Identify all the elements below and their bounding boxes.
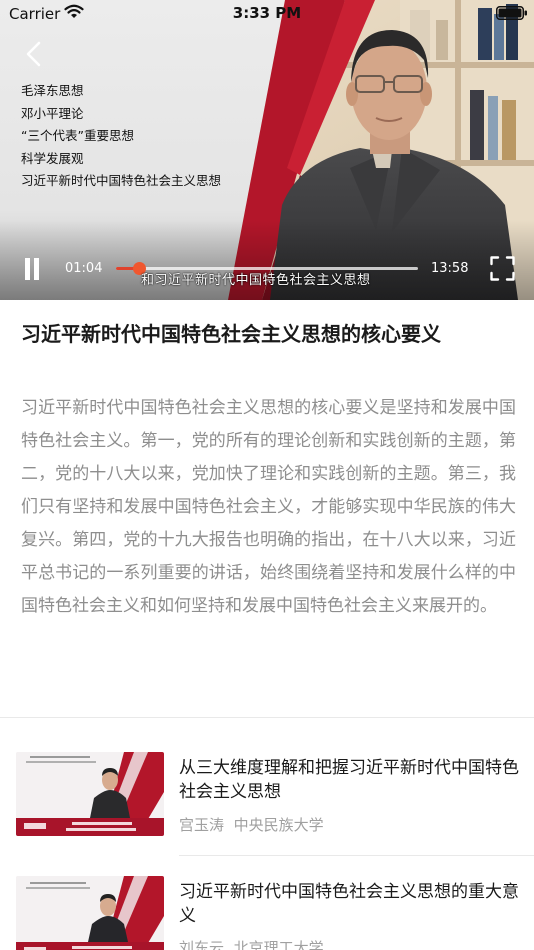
thumbnail-image [16,876,164,950]
related-video-item[interactable]: 从三大维度理解和把握习近平新时代中国特色社会主义思想 宫玉涛 中央民族大学 [0,752,534,862]
chevron-left-icon [26,41,41,67]
thumbnail-image [16,752,164,836]
total-time: 13:58 [431,261,469,276]
status-time: 3:33 PM [232,4,302,22]
article-body: 习近平新时代中国特色社会主义思想的核心要义是坚持和发展中国特色社会主义。第一，党… [21,398,516,616]
topic-item: 科学发展观 [21,150,84,166]
topic-item: 邓小平理论 [21,105,84,121]
section-divider [0,717,534,718]
related-video-meta: 刘东云 北京理工大学 [179,937,324,950]
fullscreen-icon [490,256,515,281]
status-bar: Carrier 3:33 PM [0,0,534,28]
speaker-name: 宫玉涛 [179,816,225,834]
video-thumbnail[interactable] [16,752,164,836]
video-subtitle: 和习近平新时代中国特色社会主义思想 [141,273,371,288]
video-thumbnail[interactable] [16,876,164,950]
related-video-title[interactable]: 习近平新时代中国特色社会主义思想的重大意义 [179,880,519,928]
pause-button[interactable] [23,258,41,280]
speaker-org: 北京理工大学 [233,939,324,950]
list-divider [179,855,534,856]
current-time: 01:04 [65,261,103,276]
back-button[interactable] [22,40,46,68]
speaker-org: 中央民族大学 [233,816,324,834]
topic-item: “三个代表”重要思想 [21,128,134,143]
fullscreen-button[interactable] [490,256,515,281]
topic-item: 毛泽东思想 [21,83,84,98]
battery-icon [496,6,527,20]
topic-item: 习近平新时代中国特色社会主义思想 [21,173,222,188]
video-player[interactable]: Carrier 3:33 PM 毛泽东思想 邓小平理论 “三个代表”重要思想 科… [0,0,534,300]
related-video-item[interactable]: 习近平新时代中国特色社会主义思想的重大意义 刘东云 北京理工大学 [0,876,534,950]
related-video-title[interactable]: 从三大维度理解和把握习近平新时代中国特色社会主义思想 [179,756,519,804]
article-title: 习近平新时代中国特色社会主义思想的核心要义 [21,322,441,346]
speaker-name: 刘东云 [179,939,225,950]
video-topic-list: 毛泽东思想 邓小平理论 “三个代表”重要思想 科学发展观 习近平新时代中国特色社… [21,80,221,193]
related-video-meta: 宫玉涛 中央民族大学 [179,814,324,835]
